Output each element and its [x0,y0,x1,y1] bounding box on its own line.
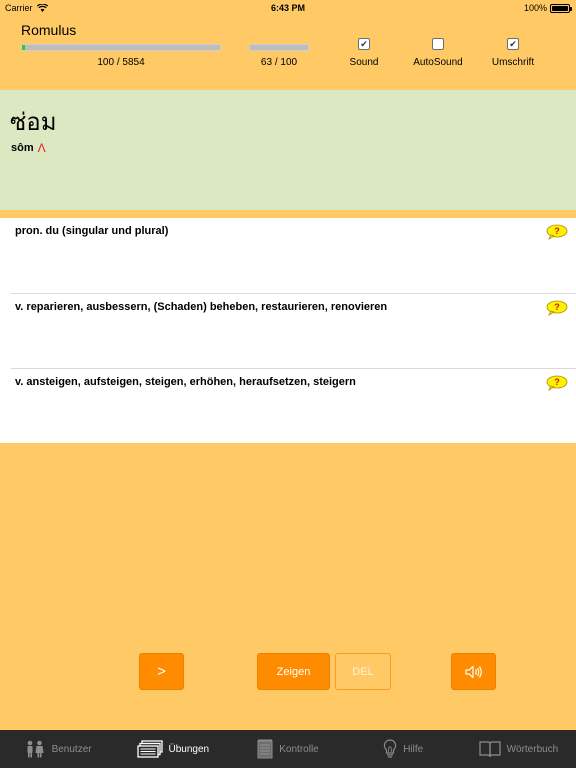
total-progress-fill [22,45,26,50]
status-time: 6:43 PM [270,3,305,13]
session-progress-bar [249,44,309,51]
lightbulb-icon [384,739,397,758]
tab-uebungen[interactable]: Übungen [115,730,230,768]
book-icon [478,741,501,758]
tab-label: Übungen [168,743,210,755]
tab-label: Benutzer [51,743,92,755]
total-progress-bar [21,44,221,51]
meaning-option[interactable]: v. reparieren, ausbessern, (Schaden) beh… [11,293,576,368]
transliteration-text: sôm [11,142,34,154]
umschrift-label: Umschrift [491,57,535,68]
status-bar: Carrier 6:43 PM 100% [0,0,576,16]
meaning-text: v. reparieren, ausbessern, (Schaden) beh… [15,301,388,313]
tab-label: Wörterbuch [506,743,559,755]
cards-icon [136,740,163,758]
tab-kontrolle[interactable]: Kontrolle [230,730,345,768]
tab-woerterbuch[interactable]: Wörterbuch [461,730,576,768]
meaning-option[interactable]: v. ansteigen, aufsteigen, steigen, erhöh… [11,368,576,443]
battery-icon [550,3,572,13]
meaning-option[interactable]: pron. du (singular und plural) ? [0,218,576,293]
thai-word: ซ่อม [10,108,57,136]
meaning-text: v. ansteigen, aufsteigen, steigen, erhöh… [15,376,356,388]
help-bubble-icon[interactable]: ? [546,224,568,240]
tab-bar: Benutzer Übungen Kontrolle Hilfe Wörterb… [0,730,576,768]
umschrift-checkbox[interactable]: ✔ [507,38,519,50]
meanings-list: pron. du (singular und plural) ? v. repa… [0,218,576,443]
delete-button[interactable]: DEL [335,653,391,690]
sound-checkbox[interactable]: ✔ [358,38,370,50]
session-progress-label: 63 / 100 [260,57,298,68]
users-icon [27,740,44,758]
play-audio-button[interactable] [451,653,496,690]
battery-percent: 100% [523,3,547,13]
autosound-checkbox[interactable] [432,38,444,50]
svg-text:?: ? [554,302,560,312]
status-right: 100% [523,3,572,13]
notepad-icon [257,739,273,759]
show-button[interactable]: Zeigen [257,653,330,690]
tab-label: Kontrolle [279,743,319,755]
tab-hilfe[interactable]: Hilfe [346,730,461,768]
word-panel: ซ่อม sôm Λ [0,90,576,210]
svg-text:?: ? [554,226,560,236]
help-bubble-icon[interactable]: ? [546,300,568,316]
help-bubble-icon[interactable]: ? [546,375,568,391]
speaker-icon [464,665,482,678]
user-name[interactable]: Romulus [21,22,76,38]
umschrift-option[interactable]: ✔ Umschrift [468,38,558,68]
next-button[interactable]: > [139,653,184,690]
tone-mark-icon: Λ [37,141,46,155]
tab-label: Hilfe [403,743,424,755]
meaning-text: pron. du (singular und plural) [15,225,169,237]
tab-benutzer[interactable]: Benutzer [0,730,115,768]
svg-text:?: ? [554,377,560,387]
total-progress-label: 100 / 5854 [97,57,145,68]
transliteration: sôm Λ [11,141,46,155]
